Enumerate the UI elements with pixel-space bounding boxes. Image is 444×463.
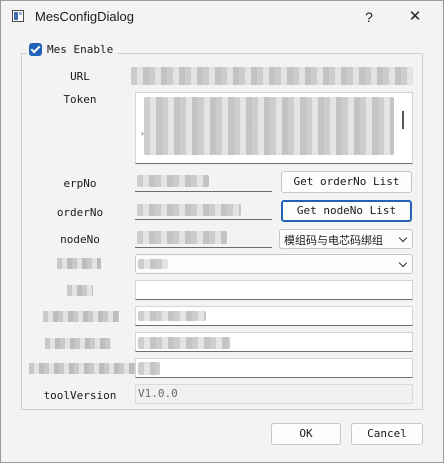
erpno-value-redacted	[137, 175, 209, 187]
nodeno-value-redacted	[137, 231, 227, 244]
textarea-scrollbar[interactable]	[402, 111, 404, 129]
mes-enable-label: Mes Enable	[47, 42, 114, 56]
redacted-label	[45, 338, 111, 349]
title-bar: MesConfigDialog ? ✕	[1, 1, 443, 33]
toolversion-label: toolVersion	[43, 389, 117, 402]
toolversion-field: V1.0.0	[135, 384, 413, 404]
redacted-label	[29, 363, 137, 374]
mes-enable-toggle[interactable]: Mes Enable	[27, 41, 118, 57]
text-caret: ›	[140, 129, 145, 138]
url-label: URL	[70, 70, 90, 83]
redacted-input[interactable]	[135, 280, 413, 300]
orderno-label: orderNo	[56, 206, 104, 219]
redacted-input[interactable]	[135, 332, 413, 352]
window-title: MesConfigDialog	[35, 9, 134, 24]
redacted-label	[43, 311, 119, 322]
chevron-down-icon	[398, 233, 408, 243]
orderno-value-redacted	[137, 204, 241, 216]
mes-config-dialog: MesConfigDialog ? ✕ Mes Enable URL Token…	[0, 0, 444, 463]
redacted-label	[57, 258, 101, 269]
token-textarea[interactable]: ›	[135, 92, 413, 164]
window-app-icon	[12, 10, 24, 22]
redacted-input-value	[138, 337, 230, 349]
nodeno-input[interactable]	[135, 228, 272, 248]
chevron-down-icon	[398, 258, 408, 268]
token-content-redacted	[144, 97, 394, 155]
redacted-input[interactable]	[135, 306, 413, 326]
redacted-input-value	[138, 362, 160, 375]
close-button[interactable]: ✕	[393, 1, 437, 33]
token-label: Token	[63, 93, 97, 106]
ok-button[interactable]: OK	[271, 423, 341, 445]
redacted-select[interactable]	[135, 254, 413, 274]
redacted-input[interactable]	[135, 358, 413, 378]
node-type-select[interactable]: 模组码与电芯码绑组	[279, 229, 413, 249]
help-button[interactable]: ?	[347, 1, 391, 33]
checkmark-icon[interactable]	[29, 42, 42, 56]
get-orderno-list-button[interactable]: Get orderNo List	[281, 171, 412, 193]
redacted-select-value	[138, 259, 168, 269]
redacted-input-value	[138, 311, 206, 321]
url-field-redacted[interactable]	[131, 67, 413, 85]
get-nodeno-list-button[interactable]: Get nodeNo List	[281, 200, 412, 222]
cancel-button[interactable]: Cancel	[351, 423, 423, 445]
node-type-value: 模组码与电芯码绑组	[284, 234, 383, 247]
orderno-input[interactable]	[135, 200, 272, 220]
redacted-label	[67, 285, 93, 296]
erpno-input[interactable]	[135, 172, 272, 192]
erpno-label: erpNo	[63, 177, 97, 190]
nodeno-label: nodeNo	[60, 233, 100, 246]
